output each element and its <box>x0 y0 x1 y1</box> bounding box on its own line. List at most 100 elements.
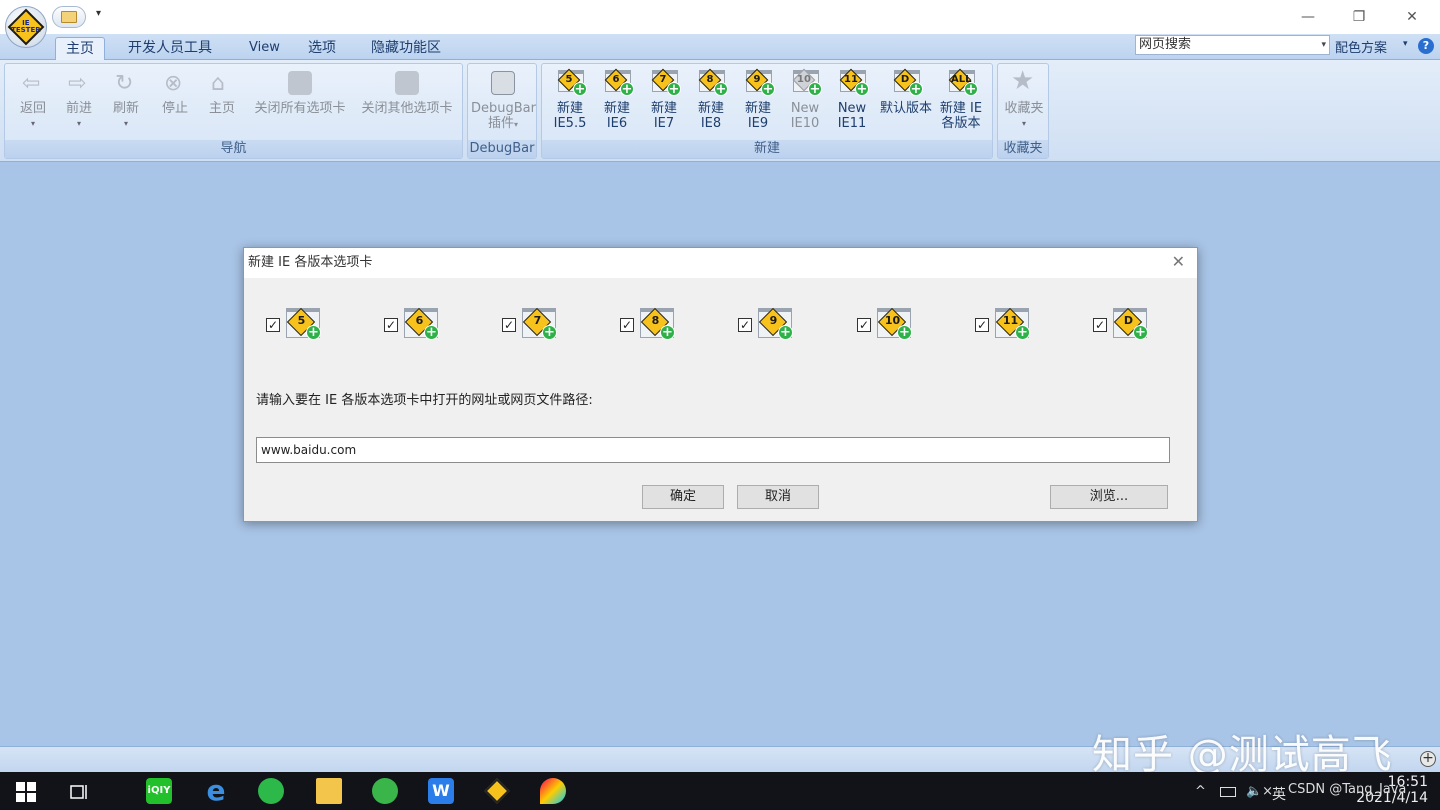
version-checkbox[interactable]: ✓ <box>975 318 989 332</box>
new-button-label: 新建 <box>697 101 724 116</box>
close-all-tabs-label: 关闭所有选项卡 <box>254 101 346 116</box>
version-option-d: ✓ D + <box>1093 306 1153 346</box>
version-checkbox[interactable]: ✓ <box>266 318 280 332</box>
web-search-input[interactable]: 网页搜索 ▾ <box>1135 35 1330 55</box>
refresh-label: 刷新 <box>112 101 139 116</box>
refresh-button[interactable]: ↻ 刷新 ▾ <box>106 68 146 131</box>
task-view-icon[interactable] <box>70 783 90 801</box>
stop-button[interactable]: ⊗ 停止 <box>155 68 195 117</box>
app-logo-button[interactable]: IE TESTER <box>5 6 47 48</box>
dialog-close-icon[interactable]: ✕ <box>1172 252 1185 272</box>
forward-button[interactable]: ⇨ 前进 ▾ <box>59 68 99 131</box>
version-option-5: ✓ 5 + <box>266 306 326 346</box>
url-input[interactable] <box>256 437 1170 463</box>
ie-version-badge-icon: ALL + <box>945 68 978 98</box>
new-button-label: New <box>790 101 820 116</box>
wechat-app-icon[interactable] <box>258 778 284 804</box>
new-tab-button-10[interactable]: 10 + New IE10 <box>783 68 827 131</box>
ime-indicator[interactable]: 英 <box>1272 784 1286 804</box>
close-all-tabs-button[interactable]: 关闭所有选项卡 <box>248 68 352 116</box>
help-icon[interactable]: ? <box>1418 38 1434 54</box>
new-tab-button-9[interactable]: 9 + 新建 IE9 <box>736 68 780 131</box>
new-tab-group: 5 + 新建 IE5.5 6 + 新建 IE6 7 + 新建 IE7 8 + 新建 IE8 9 + 新建 IE9 10 +… <box>541 63 993 159</box>
speaker-muted-icon[interactable]: 🔈× <box>1246 784 1273 799</box>
file-explorer-app-icon[interactable] <box>316 778 342 804</box>
new-button-label: 新建 <box>603 101 630 116</box>
paint-app-icon[interactable] <box>540 778 566 804</box>
version-checkbox[interactable]: ✓ <box>502 318 516 332</box>
browser-app-icon[interactable] <box>372 778 398 804</box>
ie-version-badge-icon: D + <box>890 68 923 98</box>
version-checkbox[interactable]: ✓ <box>620 318 634 332</box>
cancel-button[interactable]: 取消 <box>737 485 819 509</box>
new-button-sublabel: IE10 <box>790 116 820 131</box>
tab-hide-ribbon[interactable]: 隐藏功能区 <box>361 37 451 60</box>
tab-home[interactable]: 主页 <box>55 37 105 60</box>
new-tab-button-6[interactable]: 6 + 新建 IE6 <box>595 68 639 131</box>
ie-tester-logo-icon: IE TESTER <box>7 8 45 46</box>
color-scheme-menu[interactable]: 配色方案 <box>1335 37 1387 56</box>
battery-icon[interactable] <box>1220 787 1236 797</box>
new-tab-button-7[interactable]: 7 + 新建 IE7 <box>642 68 686 131</box>
new-button-sublabel: IE9 <box>747 116 769 131</box>
folder-icon <box>61 11 77 23</box>
close-window-button[interactable]: ✕ <box>1397 6 1427 28</box>
new-button-label: 新建 <box>556 101 583 116</box>
debugbar-plugin-button[interactable]: DebugBar 插件▾ <box>471 68 536 132</box>
new-button-sublabel: IE6 <box>606 116 628 131</box>
new-button-label: 新建 <box>744 101 771 116</box>
plugin-label: 插件 <box>487 116 514 131</box>
version-checkbox[interactable]: ✓ <box>738 318 752 332</box>
new-group-label: 新建 <box>542 140 992 158</box>
ie-version-badge-icon: 10 + <box>875 306 913 342</box>
close-other-tabs-icon <box>395 71 419 95</box>
tab-view[interactable]: View <box>239 37 290 60</box>
iqiyi-app-icon[interactable]: iQIY <box>146 778 172 804</box>
version-option-6: ✓ 6 + <box>384 306 444 346</box>
close-other-tabs-button[interactable]: 关闭其他选项卡 <box>355 68 459 116</box>
quick-access-customize-button[interactable]: ▾ <box>96 8 101 19</box>
version-option-10: ✓ 10 + <box>857 306 917 346</box>
new-tab-button-8[interactable]: 8 + 新建 IE8 <box>689 68 733 131</box>
internet-explorer-app-icon[interactable]: e <box>203 777 229 805</box>
minimize-button[interactable]: — <box>1293 6 1323 28</box>
quick-access-open-button[interactable] <box>52 6 86 28</box>
version-checkbox[interactable]: ✓ <box>1093 318 1107 332</box>
ok-button[interactable]: 确定 <box>642 485 724 509</box>
ie-version-badge-icon: 6 + <box>601 68 634 98</box>
wps-app-icon[interactable]: W <box>428 778 454 804</box>
browse-button[interactable]: 浏览... <box>1050 485 1168 509</box>
new-tab-button-all[interactable]: ALL + 新建 IE 各版本 <box>939 68 983 131</box>
tab-developer-tools[interactable]: 开发人员工具 <box>118 37 222 60</box>
new-ie-tabs-dialog: 新建 IE 各版本选项卡 ✕ ✓ 5 + ✓ 6 + ✓ 7 + ✓ 8 + ✓ 9 + ✓ 10 + ✓ 11 + ✓ D… <box>243 247 1198 522</box>
new-button-label: 新建 <box>650 101 677 116</box>
close-all-tabs-icon <box>288 71 312 95</box>
search-dropdown-icon[interactable]: ▾ <box>1321 36 1326 54</box>
ie-version-badge-icon: 8 + <box>695 68 728 98</box>
version-checkbox[interactable]: ✓ <box>857 318 871 332</box>
new-tab-button-5[interactable]: 5 + 新建 IE5.5 <box>548 68 592 131</box>
ie-version-badge-icon: D + <box>1111 306 1149 342</box>
new-button-label: New <box>837 101 867 116</box>
new-button-sublabel: IE8 <box>700 116 722 131</box>
ie-version-badge-icon: 8 + <box>638 306 676 342</box>
windows-start-icon[interactable] <box>16 782 36 802</box>
new-button-sublabel: IE11 <box>837 116 867 131</box>
color-scheme-dropdown-icon[interactable]: ▾ <box>1403 39 1408 49</box>
tray-expand-icon[interactable]: ^ <box>1195 784 1206 799</box>
restore-button[interactable]: ❐ <box>1344 6 1374 28</box>
home-button[interactable]: ⌂ 主页 <box>202 68 242 117</box>
version-checkbox[interactable]: ✓ <box>384 318 398 332</box>
zoom-plus-icon[interactable]: + <box>1420 751 1436 767</box>
favorites-button[interactable]: ★ 收藏夹 ▾ <box>1001 68 1047 131</box>
new-tab-button-d[interactable]: D + 默认版本 <box>875 68 937 116</box>
version-option-11: ✓ 11 + <box>975 306 1035 346</box>
ribbon-tab-row: 主页 开发人员工具 View 选项 隐藏功能区 网页搜索 ▾ 配色方案 ▾ ? <box>0 34 1440 60</box>
new-tab-button-11[interactable]: 11 + New IE11 <box>830 68 874 131</box>
version-option-9: ✓ 9 + <box>738 306 798 346</box>
back-button[interactable]: ⇦ 返回 ▾ <box>13 68 53 131</box>
web-search-value: 网页搜索 <box>1139 37 1192 52</box>
tab-options[interactable]: 选项 <box>298 37 346 60</box>
ie-tester-app-icon[interactable] <box>484 778 510 804</box>
ie-version-badge-icon: 11 + <box>836 68 869 98</box>
